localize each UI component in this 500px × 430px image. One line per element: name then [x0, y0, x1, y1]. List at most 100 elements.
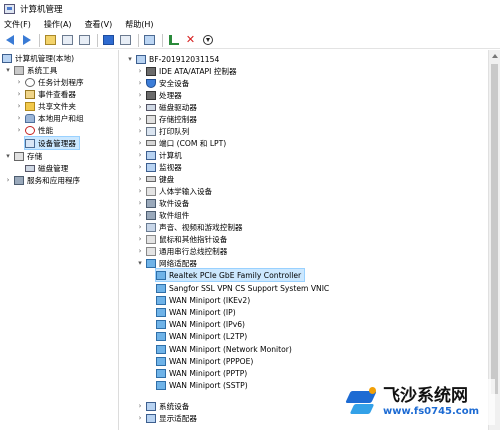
security-device-icon: [146, 78, 156, 88]
device-item-wan-ikev2[interactable]: WAN Miniport (IKEv2): [156, 294, 250, 306]
expand-icon[interactable]: ›: [136, 175, 144, 183]
device-tree[interactable]: ▾ BF-201912031154 › IDE ATA/ATAPI 控制器 › 安全…: [120, 50, 488, 430]
up-folder-button[interactable]: [43, 33, 58, 47]
action-pane-button[interactable]: [118, 33, 133, 47]
expand-icon[interactable]: ›: [15, 102, 23, 110]
device-category-software-device[interactable]: › 软件设备: [136, 197, 189, 209]
expand-icon[interactable]: ›: [136, 247, 144, 255]
menu-help[interactable]: 帮助(H): [125, 19, 153, 30]
device-category-system-devices[interactable]: › 系统设备: [136, 400, 189, 412]
device-category-monitor[interactable]: › 监视器: [136, 161, 182, 173]
forward-button[interactable]: [19, 33, 34, 47]
tree-item-label: 键盘: [159, 174, 175, 184]
uninstall-button[interactable]: ✕: [183, 33, 198, 47]
scan-hardware-button[interactable]: [142, 33, 157, 47]
device-category-keyboard[interactable]: › 键盘: [136, 173, 175, 185]
expand-icon[interactable]: ›: [136, 127, 144, 135]
expand-icon[interactable]: ›: [136, 79, 144, 87]
expand-icon[interactable]: ›: [4, 176, 12, 184]
collapse-icon[interactable]: ▾: [4, 152, 12, 160]
tree-item-shared-folders[interactable]: › 共享文件夹: [15, 100, 76, 112]
device-item-sangfor[interactable]: Sangfor SSL VPN CS Support System VNIC: [156, 282, 329, 294]
expand-icon[interactable]: ›: [15, 90, 23, 98]
menu-view[interactable]: 查看(V): [85, 19, 113, 30]
update-driver-button[interactable]: [166, 33, 181, 47]
network-adapter-icon: [156, 307, 166, 317]
expand-icon[interactable]: ›: [136, 211, 144, 219]
show-hide-tree-button[interactable]: [60, 33, 75, 47]
expand-icon[interactable]: ›: [136, 163, 144, 171]
navigation-tree[interactable]: 计算机管理(本地) ▾ 系统工具 › 任务计划程序 › 事件查看器 › 共享文件…: [0, 50, 119, 430]
expand-icon[interactable]: ›: [136, 103, 144, 111]
usb-icon: [146, 246, 156, 256]
disk-icon: [25, 164, 35, 172]
tree-item-disk-management[interactable]: 磁盘管理: [25, 162, 68, 174]
event-viewer-icon: [25, 89, 35, 99]
back-button[interactable]: [2, 33, 17, 47]
expand-icon[interactable]: ›: [136, 67, 144, 75]
device-category-audio[interactable]: › 声音、视频和游戏控制器: [136, 221, 243, 233]
tree-item-label: 网络适配器: [159, 258, 197, 268]
device-category-print-queue[interactable]: › 打印队列: [136, 125, 189, 137]
menu-action[interactable]: 操作(A): [44, 19, 72, 30]
scrollbar-thumb[interactable]: [491, 64, 498, 394]
device-item-wan-pppoe[interactable]: WAN Miniport (PPPOE): [156, 355, 253, 367]
device-category-display-adapters[interactable]: › 显示适配器: [136, 412, 197, 424]
expand-icon[interactable]: ›: [15, 114, 23, 122]
device-item-wan-ip[interactable]: WAN Miniport (IP): [156, 306, 236, 318]
port-icon: [146, 140, 156, 146]
expand-icon[interactable]: ›: [136, 199, 144, 207]
tree-item-services-applications[interactable]: › 服务和应用程序: [4, 174, 80, 186]
expand-icon[interactable]: ›: [15, 78, 23, 86]
device-category-disk-drive[interactable]: › 磁盘驱动器: [136, 101, 197, 113]
device-item-wan-network-monitor[interactable]: WAN Miniport (Network Monitor): [156, 343, 292, 355]
device-category-computer[interactable]: › 计算机: [136, 149, 182, 161]
expand-icon[interactable]: ›: [136, 223, 144, 231]
device-item-wan-ipv6[interactable]: WAN Miniport (IPv6): [156, 318, 245, 330]
tree-item-system-tools[interactable]: ▾ 系统工具: [4, 64, 57, 76]
device-tree-root[interactable]: ▾ BF-201912031154: [126, 53, 219, 65]
expand-icon[interactable]: ›: [136, 115, 144, 123]
device-category-storage-controller[interactable]: › 存储控制器: [136, 113, 197, 125]
network-adapter-icon: [156, 380, 166, 390]
device-category-mouse[interactable]: › 鼠标和其他指针设备: [136, 233, 227, 245]
collapse-icon[interactable]: ▾: [4, 66, 12, 74]
help-button[interactable]: [101, 33, 116, 47]
system-device-icon: [146, 401, 156, 411]
expand-icon[interactable]: ›: [136, 402, 144, 410]
device-item-wan-pptp[interactable]: WAN Miniport (PPTP): [156, 367, 247, 379]
device-item-wan-l2tp[interactable]: WAN Miniport (L2TP): [156, 330, 247, 342]
device-category-processor[interactable]: › 处理器: [136, 89, 182, 101]
device-category-usb[interactable]: › 通用串行总线控制器: [136, 245, 227, 257]
tree-item-task-scheduler[interactable]: › 任务计划程序: [15, 76, 84, 88]
vertical-scrollbar[interactable]: [488, 50, 500, 430]
device-category-hid[interactable]: › 人体学输入设备: [136, 185, 212, 197]
device-category-security[interactable]: › 安全设备: [136, 77, 189, 89]
menu-file[interactable]: 文件(F): [4, 19, 31, 30]
tree-item-performance[interactable]: › 性能: [15, 124, 53, 136]
tree-item-local-users-groups[interactable]: › 本地用户和组: [15, 112, 84, 124]
tree-item-label: 处理器: [159, 90, 182, 100]
tree-item-computer-management[interactable]: 计算机管理(本地): [2, 52, 74, 64]
tree-item-storage[interactable]: ▾ 存储: [4, 150, 42, 162]
collapse-icon[interactable]: ▾: [136, 259, 144, 267]
expand-icon[interactable]: ›: [136, 139, 144, 147]
scroll-up-icon[interactable]: [492, 54, 498, 58]
download-button[interactable]: [200, 33, 215, 47]
device-category-software-component[interactable]: › 软件组件: [136, 209, 189, 221]
device-category-network-adapters[interactable]: ▾ 网络适配器: [136, 257, 197, 269]
expand-icon[interactable]: ›: [136, 151, 144, 159]
tree-item-event-viewer[interactable]: › 事件查看器: [15, 88, 76, 100]
expand-icon[interactable]: ›: [136, 414, 144, 422]
expand-icon[interactable]: ›: [15, 126, 23, 134]
expand-icon[interactable]: ›: [136, 91, 144, 99]
expand-icon[interactable]: ›: [136, 235, 144, 243]
device-item-wan-sstp[interactable]: WAN Miniport (SSTP): [156, 379, 248, 391]
tree-item-device-manager[interactable]: 设备管理器: [24, 136, 80, 150]
properties-button[interactable]: [77, 33, 92, 47]
collapse-icon[interactable]: ▾: [126, 55, 134, 63]
device-item-realtek[interactable]: Realtek PCIe GbE Family Controller: [154, 268, 306, 282]
device-category-ports[interactable]: › 端口 (COM 和 LPT): [136, 137, 227, 149]
device-category-ide[interactable]: › IDE ATA/ATAPI 控制器: [136, 65, 237, 77]
expand-icon[interactable]: ›: [136, 187, 144, 195]
